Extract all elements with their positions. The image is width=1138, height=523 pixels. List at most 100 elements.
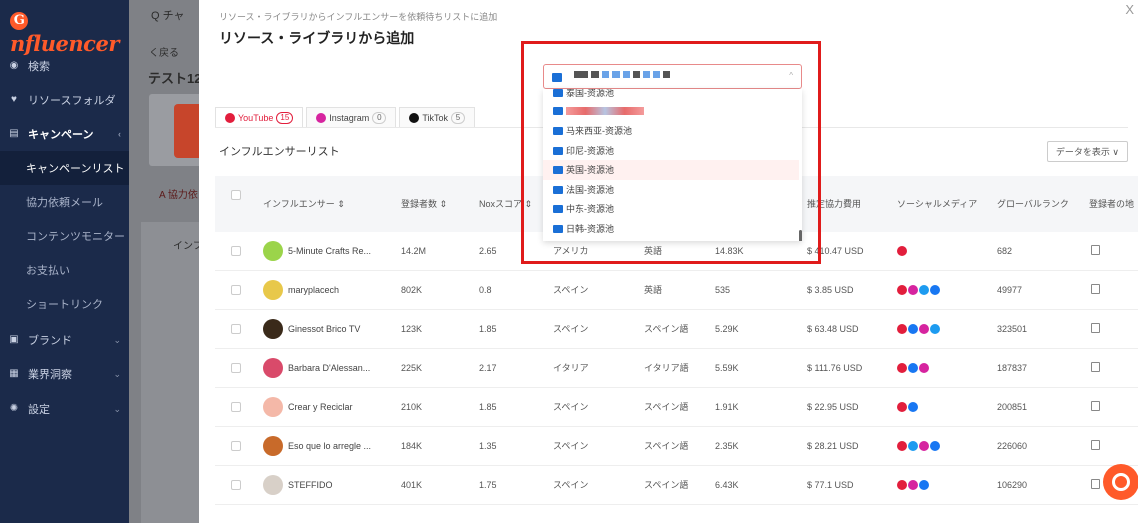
youtube-icon[interactable] bbox=[897, 285, 907, 295]
youtube-icon[interactable] bbox=[897, 324, 907, 334]
row-checkbox[interactable] bbox=[231, 480, 241, 490]
resource-library-select[interactable]: ^ bbox=[543, 64, 802, 89]
folder-icon bbox=[553, 185, 563, 194]
col-subscribers[interactable]: 登録者数 ⇕ bbox=[401, 176, 447, 232]
facebook-icon[interactable] bbox=[908, 324, 918, 334]
instagram-icon[interactable] bbox=[919, 324, 929, 334]
dropdown-option[interactable]: 马来西亚-资源池 bbox=[543, 121, 799, 141]
table-row[interactable]: maryplacech 802K 0.8 スペイン 英語 535 $ 3.85 USD 499… bbox=[215, 271, 1138, 310]
facebook-icon[interactable] bbox=[908, 363, 918, 373]
table-row[interactable]: Ginessot Brico TV 123K 1.85 スペイン スペイン語 5.29K $… bbox=[215, 310, 1138, 349]
sidebar-item-short-link[interactable]: ショートリンク bbox=[0, 287, 129, 321]
sidebar-item-resource-folder[interactable]: ♥ リソースフォルダ bbox=[0, 83, 129, 117]
country: スペイン bbox=[553, 324, 589, 334]
language: スペイン語 bbox=[644, 324, 689, 334]
resource-library-dropdown: 泰国-资源池 马来西亚-资源池 印尼-资源池 英国-资源池 法国-资源池 中东-资源池 日韩… bbox=[543, 89, 802, 241]
col-social-media: ソーシャルメディア bbox=[897, 199, 978, 209]
dropdown-option[interactable]: 印尼-资源池 bbox=[543, 141, 799, 161]
dropdown-option[interactable]: 英国-资源池 bbox=[543, 160, 799, 180]
row-checkbox[interactable] bbox=[231, 246, 241, 256]
twitter-icon[interactable] bbox=[908, 441, 918, 451]
facebook-icon[interactable] bbox=[919, 480, 929, 490]
tab-instagram[interactable]: Instagram 0 bbox=[306, 107, 397, 128]
detail-icon[interactable] bbox=[1091, 479, 1100, 489]
compass-icon: ◉ bbox=[9, 60, 19, 71]
chat-support-button[interactable] bbox=[1103, 464, 1138, 500]
detail-icon[interactable] bbox=[1091, 440, 1100, 450]
avg-views: 535 bbox=[715, 285, 731, 295]
dropdown-option[interactable]: 法国-资源池 bbox=[543, 180, 799, 200]
influencer-name[interactable]: Ginessot Brico TV bbox=[288, 310, 360, 349]
youtube-icon[interactable] bbox=[897, 246, 907, 256]
table-row[interactable]: Barbara D'Alessan... 225K 2.17 イタリア イタリア語 5.5… bbox=[215, 349, 1138, 388]
table-row[interactable]: Crear y Reciclar 210K 1.85 スペイン スペイン語 1.91K $ … bbox=[215, 388, 1138, 427]
dropdown-option[interactable] bbox=[543, 101, 799, 121]
background-page-overlay[interactable]: Q チャ く戻る テスト12 A 協力依 インフ bbox=[129, 0, 199, 523]
sidebar-item-content-monitor[interactable]: コンテンツモニター bbox=[0, 219, 129, 253]
row-checkbox[interactable] bbox=[231, 402, 241, 412]
nox-score: 2.65 bbox=[479, 246, 497, 256]
influencer-name[interactable]: Eso que lo arregle ... bbox=[288, 427, 371, 466]
show-data-button[interactable]: データを表示 ∨ bbox=[1046, 141, 1128, 162]
youtube-icon[interactable] bbox=[897, 402, 907, 412]
avg-views: 5.59K bbox=[715, 363, 739, 373]
sidebar-item-campaign-list[interactable]: キャンペーンリスト bbox=[0, 151, 129, 185]
estimated-cost: $ 410.47 USD bbox=[807, 246, 864, 256]
youtube-icon[interactable] bbox=[897, 441, 907, 451]
influencer-name[interactable]: STEFFIDO bbox=[288, 466, 333, 505]
row-checkbox[interactable] bbox=[231, 324, 241, 334]
avg-views: 6.43K bbox=[715, 480, 739, 490]
sidebar-item-cooperation-mail[interactable]: 協力依頼メール bbox=[0, 185, 129, 219]
youtube-icon[interactable] bbox=[897, 480, 907, 490]
youtube-icon bbox=[225, 112, 235, 123]
row-checkbox[interactable] bbox=[231, 363, 241, 373]
row-checkbox[interactable] bbox=[231, 285, 241, 295]
sidebar-item-brand[interactable]: ▣ ブランド ⌄ bbox=[0, 323, 129, 357]
nox-score: 1.75 bbox=[479, 480, 497, 490]
sidebar-item-payment[interactable]: お支払い bbox=[0, 253, 129, 287]
bg-tab-text: A 協力依 bbox=[159, 190, 198, 201]
col-nox-score[interactable]: Noxスコア ⇕ bbox=[479, 176, 532, 232]
sidebar-item-settings[interactable]: ✺ 設定 ⌄ bbox=[0, 392, 129, 426]
influencer-name[interactable]: maryplacech bbox=[288, 271, 339, 310]
dropdown-scrollbar[interactable] bbox=[799, 230, 802, 241]
facebook-icon[interactable] bbox=[908, 402, 918, 412]
tab-youtube[interactable]: YouTube 15 bbox=[215, 107, 304, 128]
row-checkbox[interactable] bbox=[231, 441, 241, 451]
sidebar-item-campaign[interactable]: ▤ キャンペーン ‹ bbox=[0, 117, 129, 151]
influencer-name[interactable]: 5-Minute Crafts Re... bbox=[288, 232, 371, 271]
twitter-icon[interactable] bbox=[930, 324, 940, 334]
influencer-name[interactable]: Crear y Reciclar bbox=[288, 388, 353, 427]
col-influencer[interactable]: インフルエンサー ⇕ bbox=[263, 176, 345, 232]
dropdown-option[interactable]: 日韩-资源池 bbox=[543, 219, 799, 239]
language: スペイン語 bbox=[644, 480, 689, 490]
facebook-icon[interactable] bbox=[930, 441, 940, 451]
detail-icon[interactable] bbox=[1091, 323, 1100, 333]
subscriber-count: 123K bbox=[401, 324, 423, 334]
instagram-icon[interactable] bbox=[908, 285, 918, 295]
sidebar-item-search[interactable]: ◉ 検索 bbox=[0, 49, 129, 83]
detail-icon[interactable] bbox=[1091, 401, 1100, 411]
nox-score: 1.85 bbox=[479, 324, 497, 334]
instagram-icon[interactable] bbox=[908, 480, 918, 490]
heart-icon: ♥ bbox=[11, 94, 17, 105]
table-row[interactable]: Eso que lo arregle ... 184K 1.35 スペイン スペイン語 2… bbox=[215, 427, 1138, 466]
gear-icon: ✺ bbox=[9, 403, 19, 414]
detail-icon[interactable] bbox=[1091, 245, 1100, 255]
facebook-icon[interactable] bbox=[930, 285, 940, 295]
detail-icon[interactable] bbox=[1091, 362, 1100, 372]
close-icon[interactable]: X bbox=[1125, 2, 1134, 17]
instagram-icon[interactable] bbox=[919, 441, 929, 451]
dropdown-option[interactable]: 中东-资源池 bbox=[543, 199, 799, 219]
twitter-icon[interactable] bbox=[919, 285, 929, 295]
select-all-checkbox[interactable] bbox=[231, 190, 241, 200]
sidebar-item-industry-insight[interactable]: ▦ 業界洞察 ⌄ bbox=[0, 357, 129, 391]
influencer-name[interactable]: Barbara D'Alessan... bbox=[288, 349, 370, 388]
table-row[interactable]: STEFFIDO 401K 1.75 スペイン スペイン語 6.43K $ 77.1 USD… bbox=[215, 466, 1138, 505]
bg-page-title: テスト12 bbox=[148, 71, 199, 86]
instagram-icon[interactable] bbox=[919, 363, 929, 373]
avatar bbox=[263, 358, 283, 378]
detail-icon[interactable] bbox=[1091, 284, 1100, 294]
youtube-icon[interactable] bbox=[897, 363, 907, 373]
tab-tiktok[interactable]: TikTok 5 bbox=[399, 107, 475, 128]
